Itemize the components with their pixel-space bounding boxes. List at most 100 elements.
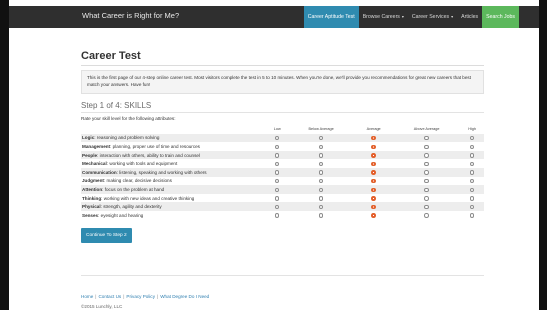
radio-cell: [460, 177, 484, 186]
rating-radio[interactable]: [424, 161, 429, 167]
table-row: Communication: listening, speaking and w…: [81, 167, 484, 177]
column-header-below-average: Below Average: [308, 127, 334, 132]
rating-radio[interactable]: [318, 144, 324, 149]
rating-radio[interactable]: [424, 153, 429, 158]
nav-item-label: Search Jobs: [486, 14, 515, 20]
rating-radio[interactable]: [371, 135, 376, 141]
rating-radio[interactable]: [275, 213, 280, 218]
nav-item-career-aptitude-test[interactable]: Career Aptitude Test: [303, 6, 359, 28]
radio-cell: [460, 159, 484, 168]
rating-radio[interactable]: [424, 144, 429, 149]
rating-radio[interactable]: [318, 170, 324, 175]
radio-cell: [354, 211, 393, 220]
rating-radio[interactable]: [424, 178, 429, 184]
skill-name: Judgment: [82, 178, 104, 184]
radio-cell: [288, 211, 354, 220]
nav-item-search-jobs[interactable]: Search Jobs: [482, 6, 519, 28]
nav-item-articles[interactable]: Articles: [457, 6, 482, 28]
rating-radio[interactable]: [469, 178, 475, 184]
footer-link-home[interactable]: Home: [81, 294, 93, 299]
rating-radio[interactable]: [469, 153, 475, 158]
rating-radio[interactable]: [275, 178, 280, 184]
rating-radio[interactable]: [318, 135, 324, 141]
radio-cell: [354, 177, 393, 186]
rating-radio[interactable]: [469, 187, 475, 192]
rating-radio[interactable]: [371, 196, 376, 201]
skill-label: Management: planning, proper use of time…: [81, 142, 266, 151]
rating-radio[interactable]: [275, 187, 280, 192]
rating-radio[interactable]: [469, 161, 475, 167]
nav-item-label: Career Services: [411, 14, 450, 20]
rating-radio[interactable]: [424, 196, 429, 201]
rating-radio[interactable]: [371, 204, 376, 210]
column-header-low: Low: [273, 127, 281, 132]
rating-radio[interactable]: [275, 153, 280, 158]
rating-radio[interactable]: [275, 204, 280, 210]
rating-radio[interactable]: [424, 135, 429, 141]
rating-radio[interactable]: [469, 170, 475, 175]
rating-radio[interactable]: [469, 135, 475, 141]
skill-description: : making clear, decisive decisions: [103, 178, 172, 184]
rating-radio[interactable]: [371, 178, 376, 184]
radio-cell: [460, 150, 484, 160]
footer-link-privacy-policy[interactable]: Privacy Policy: [126, 294, 155, 299]
rating-radio[interactable]: [275, 135, 280, 141]
nav-item-career-services[interactable]: Career Services ▾: [408, 6, 457, 28]
radio-cell: [288, 185, 355, 194]
nav-item-browse-careers[interactable]: Browse Careers ▾: [359, 6, 408, 28]
rating-radio[interactable]: [424, 204, 429, 210]
rating-radio[interactable]: [318, 196, 324, 201]
skill-name: Logic: [82, 135, 95, 141]
rating-radio[interactable]: [275, 161, 280, 167]
skill-description: : focus on the problem at hand: [102, 186, 165, 192]
intro-box: This is the first page of our 4-step onl…: [81, 70, 484, 94]
rating-radio[interactable]: [371, 153, 376, 158]
radio-cell: [266, 159, 288, 168]
rating-radio[interactable]: [275, 170, 280, 175]
rating-radio[interactable]: [424, 187, 429, 192]
rating-radio[interactable]: [469, 144, 475, 149]
rating-radio[interactable]: [371, 187, 376, 192]
radio-cell: [460, 194, 484, 203]
radio-cell: [288, 133, 355, 143]
rate-instructions: Rate your skill level for the following …: [81, 115, 176, 121]
rating-radio[interactable]: [469, 204, 475, 210]
column-header-above-average: Above Average: [413, 127, 440, 132]
rating-radio[interactable]: [318, 161, 324, 167]
radio-cell: [266, 150, 289, 160]
rating-radio[interactable]: [424, 213, 429, 218]
skill-name: Communication: [82, 169, 117, 175]
rating-radio[interactable]: [424, 170, 429, 175]
rating-radio[interactable]: [275, 144, 280, 149]
skills-table: Low Below Average Average Above Average High…: [81, 125, 484, 220]
skill-label: Logic: reasoning and problem solving: [81, 133, 267, 143]
rating-radio[interactable]: [318, 178, 324, 184]
radio-cell: [266, 177, 288, 186]
rating-radio[interactable]: [318, 204, 324, 210]
radio-cell: [460, 167, 484, 177]
page-title: Career Test: [81, 50, 484, 66]
rating-radio[interactable]: [318, 187, 324, 192]
footer-link-contact-us[interactable]: Contact Us: [98, 294, 121, 299]
rating-radio[interactable]: [371, 144, 376, 149]
continue-button[interactable]: Continue To Step 2: [81, 227, 132, 243]
footer-link-what-degree-do-i-need[interactable]: What Degree Do I Need: [160, 294, 209, 299]
rating-radio[interactable]: [469, 213, 475, 218]
rating-radio[interactable]: [371, 161, 376, 167]
skill-name: Attention: [82, 186, 103, 192]
skill-description: : planning, proper use of time and resou…: [110, 143, 200, 149]
rating-radio[interactable]: [371, 213, 376, 218]
radio-cell: [354, 167, 394, 177]
rating-radio[interactable]: [318, 153, 324, 158]
radio-cell: [354, 194, 393, 203]
rating-radio[interactable]: [469, 196, 475, 201]
skill-name: Senses: [82, 212, 99, 218]
rating-radio[interactable]: [371, 170, 376, 175]
footer-separator: |: [157, 294, 159, 299]
rating-radio[interactable]: [318, 213, 324, 218]
main-content: Career Test This is the first page of ou…: [81, 50, 484, 243]
skill-label: Mechanical: working with tools and equip…: [81, 159, 266, 168]
radio-cell: [354, 133, 394, 143]
site-brand[interactable]: What Career is Right for Me?: [82, 11, 179, 20]
rating-radio[interactable]: [275, 196, 280, 201]
